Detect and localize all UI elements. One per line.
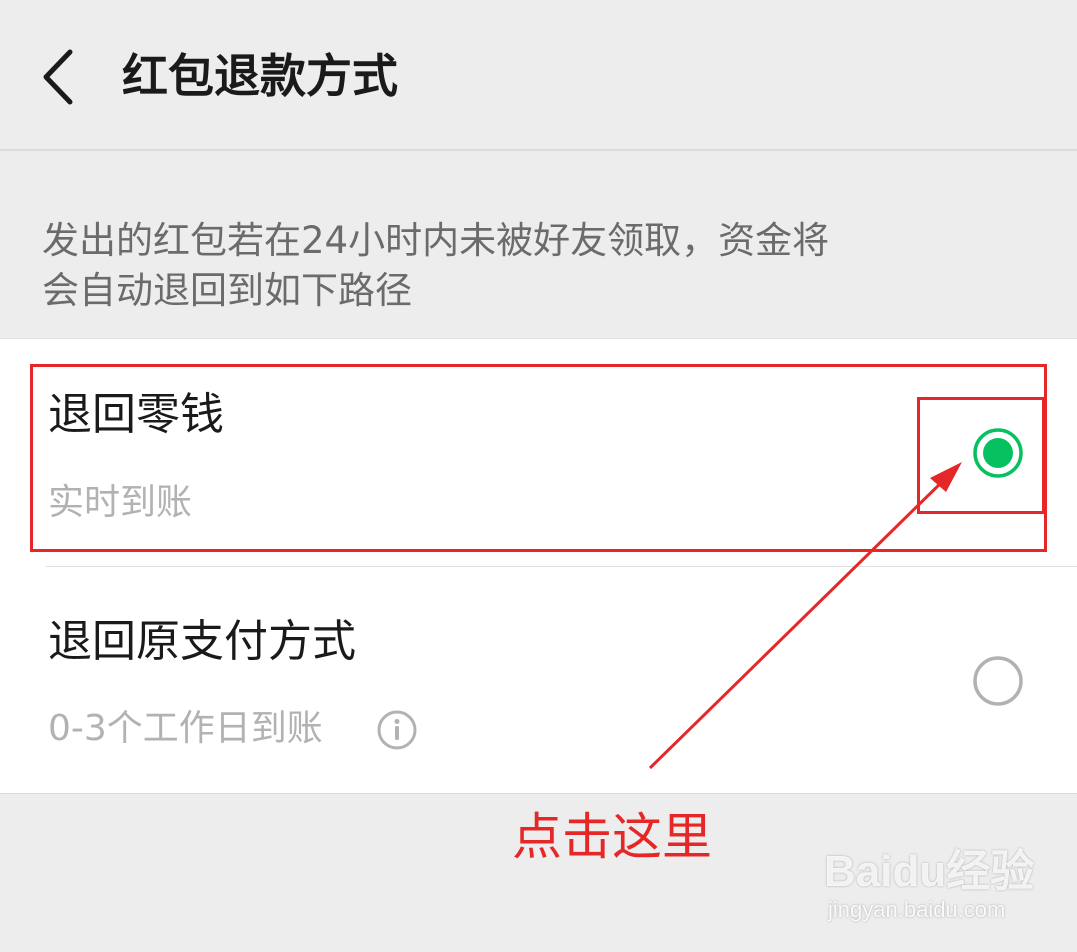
chevron-left-icon — [43, 49, 73, 105]
description-line-2: 会自动退回到如下路径 — [42, 269, 412, 312]
description-line-1: 发出的红包若在24小时内未被好友领取，资金将 — [42, 219, 830, 262]
option-return-to-original-payment[interactable]: 退回原支付方式 0-3个工作日到账 — [0, 567, 1077, 793]
option-title: 退回零钱 — [48, 389, 224, 440]
watermark-url: jingyan.baidu.com — [828, 897, 1006, 922]
option-subtitle: 实时到账 — [48, 482, 193, 523]
info-button[interactable] — [376, 709, 418, 751]
back-button[interactable] — [30, 42, 94, 112]
radio-checked-icon — [973, 428, 1023, 478]
watermark-logo: Baidu经验 — [824, 847, 1035, 896]
top-bar: 红包退款方式 — [0, 0, 1077, 151]
page-title: 红包退款方式 — [122, 49, 398, 103]
info-icon — [377, 710, 417, 750]
option-return-to-balance[interactable]: 退回零钱 实时到账 — [0, 339, 1077, 566]
option-title: 退回原支付方式 — [48, 616, 356, 667]
refund-description: 发出的红包若在24小时内未被好友领取，资金将 会自动退回到如下路径 — [42, 216, 942, 316]
refund-options-list: 退回零钱 实时到账 退回原支付方式 0-3个工作日到账 — [0, 338, 1077, 794]
radio-unchecked-icon — [973, 656, 1023, 706]
annotation-callout: 点击这里 — [512, 808, 712, 866]
radio-selected[interactable] — [972, 427, 1024, 479]
watermark: Baidu经验 jingyan.baidu.com — [824, 835, 1034, 935]
radio-unselected[interactable] — [972, 655, 1024, 707]
option-subtitle: 0-3个工作日到账 — [48, 708, 323, 749]
